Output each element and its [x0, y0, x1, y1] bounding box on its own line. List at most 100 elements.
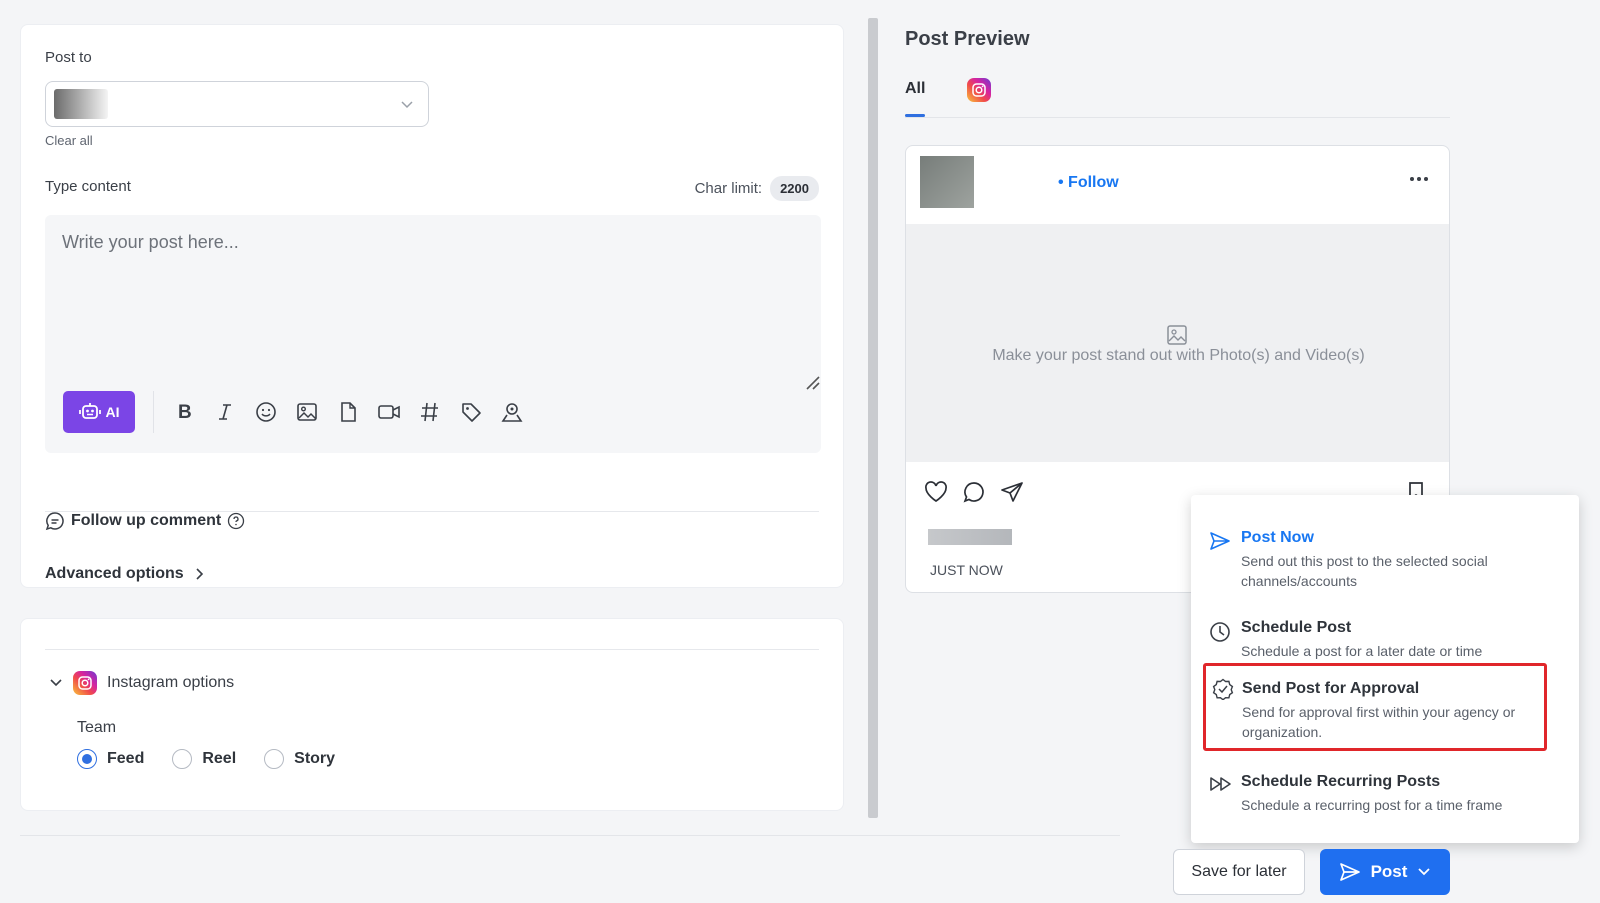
- format-label: Feed: [107, 750, 145, 767]
- char-limit-label: Char limit:: [694, 180, 763, 197]
- menu-item-desc: Schedule a post for a later date or time: [1241, 643, 1483, 659]
- more-options-icon[interactable]: [1409, 176, 1429, 182]
- post-timestamp: JUST NOW: [930, 562, 1003, 578]
- tab-all[interactable]: All: [905, 80, 926, 117]
- radio-icon[interactable]: [172, 749, 193, 769]
- robot-icon: [78, 403, 101, 421]
- clock-icon: [1209, 621, 1231, 643]
- image-icon: [296, 401, 318, 423]
- format-story-radio[interactable]: Story: [264, 749, 335, 769]
- menu-item-title: Schedule Post: [1241, 619, 1352, 636]
- tag-icon: [460, 401, 482, 423]
- radio-icon[interactable]: [264, 749, 285, 769]
- approval-badge-icon: [1212, 678, 1234, 700]
- menu-item-title: Send Post for Approval: [1242, 680, 1420, 697]
- video-button[interactable]: [368, 391, 409, 433]
- instagram-icon: [967, 78, 991, 102]
- chevron-down-icon: [49, 678, 63, 688]
- save-for-later-button[interactable]: Save for later: [1173, 849, 1305, 895]
- instagram-options-card: Instagram options Team Feed Reel Story: [20, 618, 844, 811]
- team-label: Team: [77, 719, 117, 736]
- image-icon: [1166, 324, 1188, 346]
- preview-tabs: All: [905, 78, 1450, 118]
- post-actions: [924, 481, 1024, 503]
- chevron-right-icon: [194, 567, 204, 581]
- chevron-down-icon: [1417, 867, 1431, 877]
- editor-placeholder[interactable]: Write your post here...: [62, 232, 239, 253]
- menu-item-desc: Send out this post to the selected socia…: [1241, 553, 1488, 589]
- file-button[interactable]: [327, 391, 368, 433]
- post-options-menu: Post Now Send out this post to the selec…: [1191, 495, 1579, 843]
- italic-button[interactable]: [204, 391, 245, 433]
- advanced-label: Advanced options: [45, 565, 184, 582]
- instagram-options-label: Instagram options: [107, 674, 235, 691]
- post-button[interactable]: Post: [1320, 849, 1450, 895]
- post-preview-title: Post Preview: [905, 28, 1030, 50]
- menu-item-schedule-recurring[interactable]: Schedule Recurring Posts Schedule a recu…: [1191, 749, 1579, 835]
- format-feed-radio[interactable]: Feed: [77, 749, 144, 769]
- post-to-label: Post to: [45, 49, 92, 66]
- heart-icon: [924, 481, 948, 503]
- format-label: Reel: [202, 750, 237, 767]
- comment-icon: [45, 511, 65, 531]
- emoji-icon: [255, 401, 277, 423]
- location-icon: [501, 401, 523, 423]
- section-divider: [45, 511, 819, 512]
- italic-icon: [215, 402, 235, 422]
- instagram-icon: [73, 671, 97, 695]
- ai-label: AI: [105, 404, 120, 420]
- follow-up-comment-toggle[interactable]: Follow up comment: [45, 511, 245, 531]
- advanced-options-toggle[interactable]: Advanced options: [45, 565, 204, 583]
- post-button-label: Post: [1370, 862, 1408, 881]
- scrollbar-thumb[interactable]: [868, 18, 878, 818]
- file-icon: [338, 401, 358, 423]
- menu-item-title: Schedule Recurring Posts: [1241, 773, 1441, 790]
- toolbar-divider: [153, 391, 154, 433]
- chevron-down-icon: [400, 99, 414, 109]
- menu-item-desc: Schedule a recurring post for a time fra…: [1241, 797, 1503, 813]
- ai-assist-button[interactable]: AI: [63, 391, 135, 433]
- media-hint: Make your post stand out with Photo(s) a…: [992, 347, 1365, 364]
- svg-text:B: B: [178, 402, 192, 422]
- instagram-options-toggle[interactable]: Instagram options: [49, 671, 234, 695]
- tag-button[interactable]: [450, 391, 491, 433]
- bold-icon: B: [174, 402, 194, 422]
- recurring-icon: [1209, 775, 1233, 793]
- hashtag-button[interactable]: [409, 391, 450, 433]
- clear-all-link[interactable]: Clear all: [45, 133, 93, 148]
- share-icon: [1000, 481, 1024, 503]
- post-editor[interactable]: Write your post here... AI B: [45, 215, 821, 453]
- send-icon: [1209, 531, 1231, 551]
- video-icon: [377, 402, 401, 422]
- type-content-label: Type content: [45, 178, 131, 195]
- menu-item-send-for-approval[interactable]: Send Post for Approval Send for approval…: [1203, 663, 1547, 751]
- tab-instagram[interactable]: [967, 78, 991, 102]
- help-icon[interactable]: [227, 512, 245, 530]
- comment-icon: [962, 481, 986, 503]
- hashtag-icon: [420, 401, 440, 423]
- resize-handle-icon[interactable]: [803, 373, 821, 391]
- editor-toolbar: AI B: [63, 391, 532, 433]
- bold-button[interactable]: B: [163, 391, 204, 433]
- image-button[interactable]: [286, 391, 327, 433]
- menu-item-post-now[interactable]: Post Now Send out this post to the selec…: [1191, 505, 1579, 591]
- media-placeholder: Make your post stand out with Photo(s) a…: [906, 224, 1449, 462]
- likes-placeholder: [928, 529, 1012, 545]
- account-select[interactable]: [45, 81, 429, 127]
- account-avatar: [54, 89, 108, 119]
- post-format-radio-group: Feed Reel Story: [77, 749, 335, 769]
- char-limit: Char limit: 2200: [695, 176, 819, 201]
- footer-divider: [20, 835, 1120, 836]
- section-divider: [45, 649, 819, 650]
- emoji-button[interactable]: [245, 391, 286, 433]
- format-reel-radio[interactable]: Reel: [172, 749, 236, 769]
- send-icon: [1339, 862, 1361, 882]
- format-label: Story: [294, 750, 336, 767]
- follow-up-label: Follow up comment: [71, 512, 222, 529]
- composer-scrollbar[interactable]: [868, 10, 878, 824]
- radio-selected-icon[interactable]: [77, 749, 97, 769]
- menu-item-desc: Send for approval first within your agen…: [1242, 704, 1516, 740]
- location-button[interactable]: [491, 391, 532, 433]
- follow-link[interactable]: • Follow: [1058, 174, 1119, 192]
- char-limit-badge: 2200: [770, 176, 819, 201]
